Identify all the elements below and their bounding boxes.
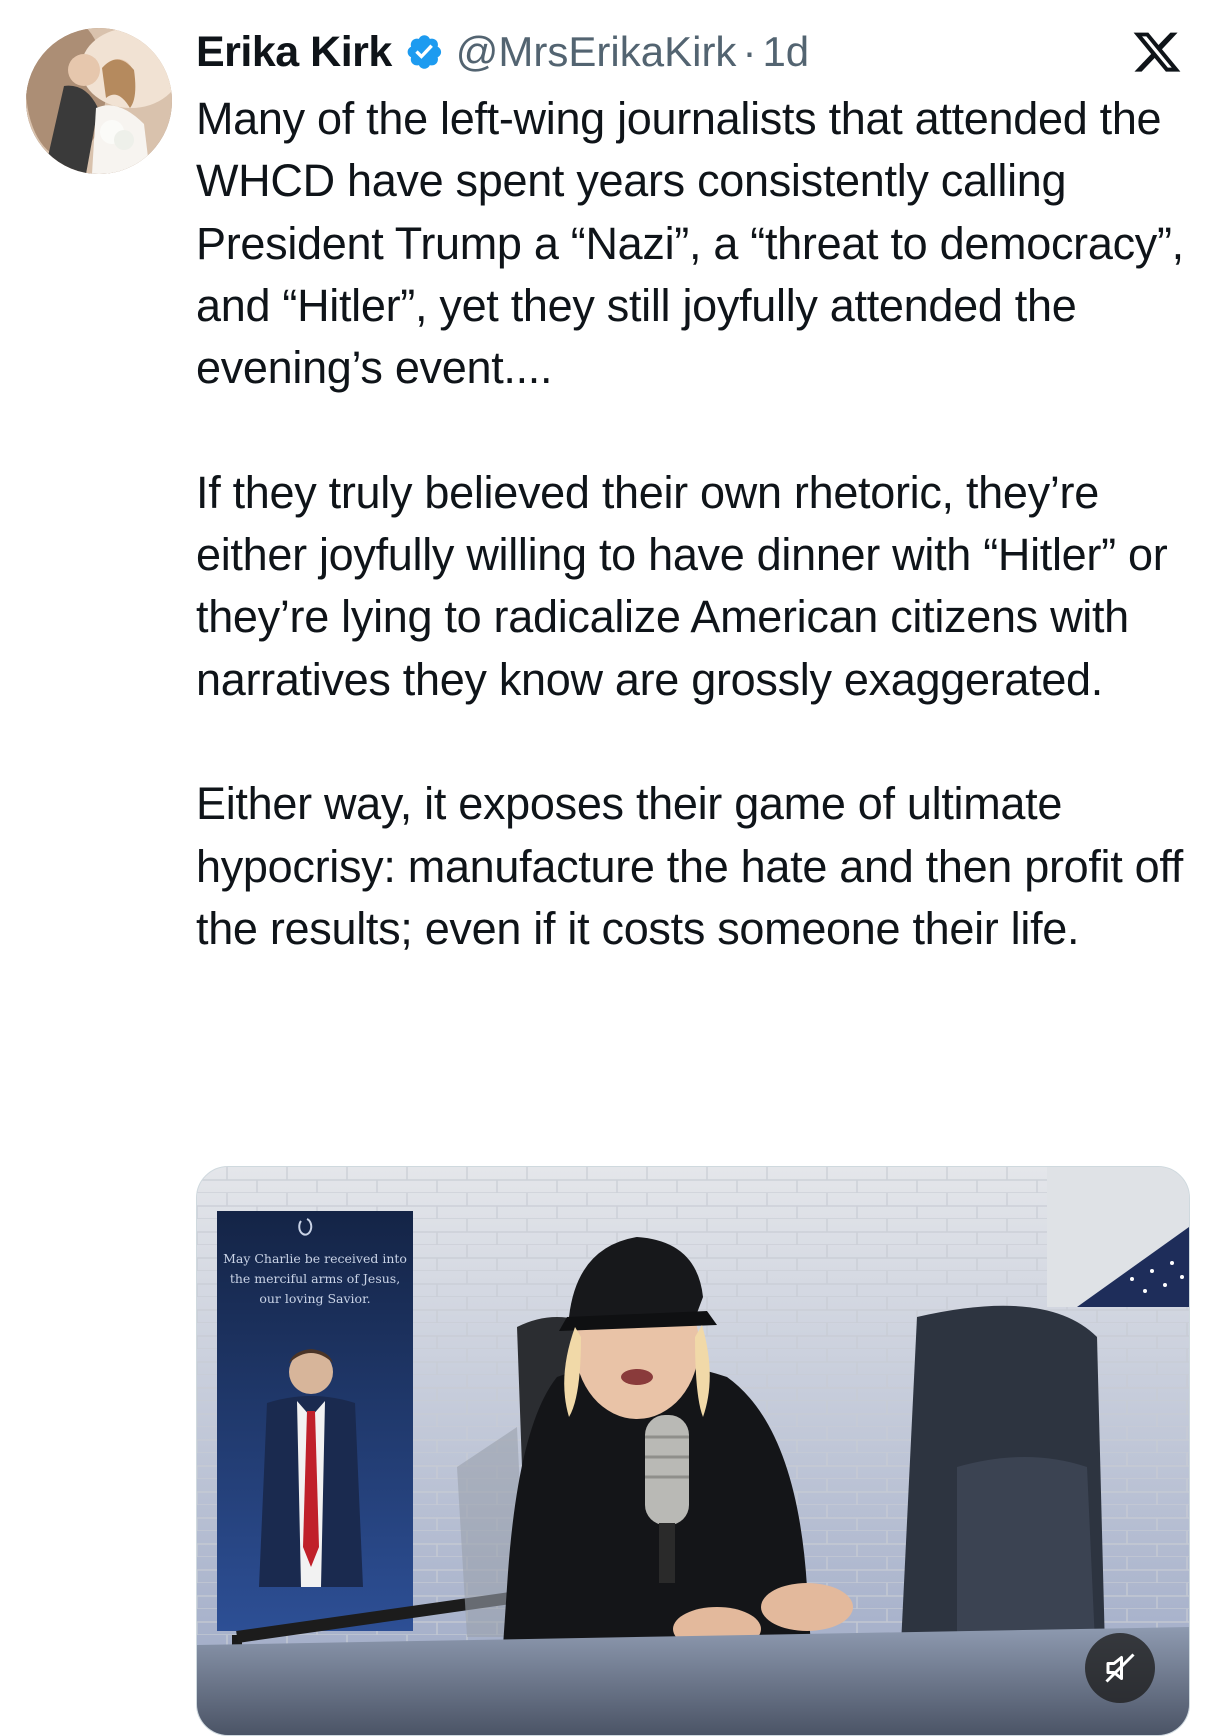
poster-caption: May Charlie be received into the mercifu…: [223, 1251, 407, 1306]
post-text: Many of the left-wing journalists that a…: [196, 88, 1186, 960]
avatar-photo: [26, 28, 172, 174]
author-name[interactable]: Erika Kirk: [196, 28, 392, 77]
post-paragraph: Many of the left-wing journalists that a…: [196, 93, 1184, 394]
post-paragraph: Either way, it exposes their game of ult…: [196, 778, 1183, 954]
avatar[interactable]: [26, 28, 172, 174]
post-header: Erika Kirk @MrsErikaKirk · 1d: [196, 22, 809, 82]
x-logo-icon: [1131, 28, 1183, 76]
volume-muted-icon[interactable]: [1085, 1633, 1155, 1703]
separator-dot: ·: [742, 28, 757, 75]
post-timestamp[interactable]: 1d: [762, 28, 809, 76]
post-paragraph: If they truly believed their own rhetori…: [196, 466, 1168, 705]
video-media[interactable]: May Charlie be received into the mercifu…: [196, 1166, 1190, 1736]
verified-badge-icon[interactable]: [404, 32, 444, 72]
author-handle[interactable]: @MrsErikaKirk: [456, 28, 737, 76]
